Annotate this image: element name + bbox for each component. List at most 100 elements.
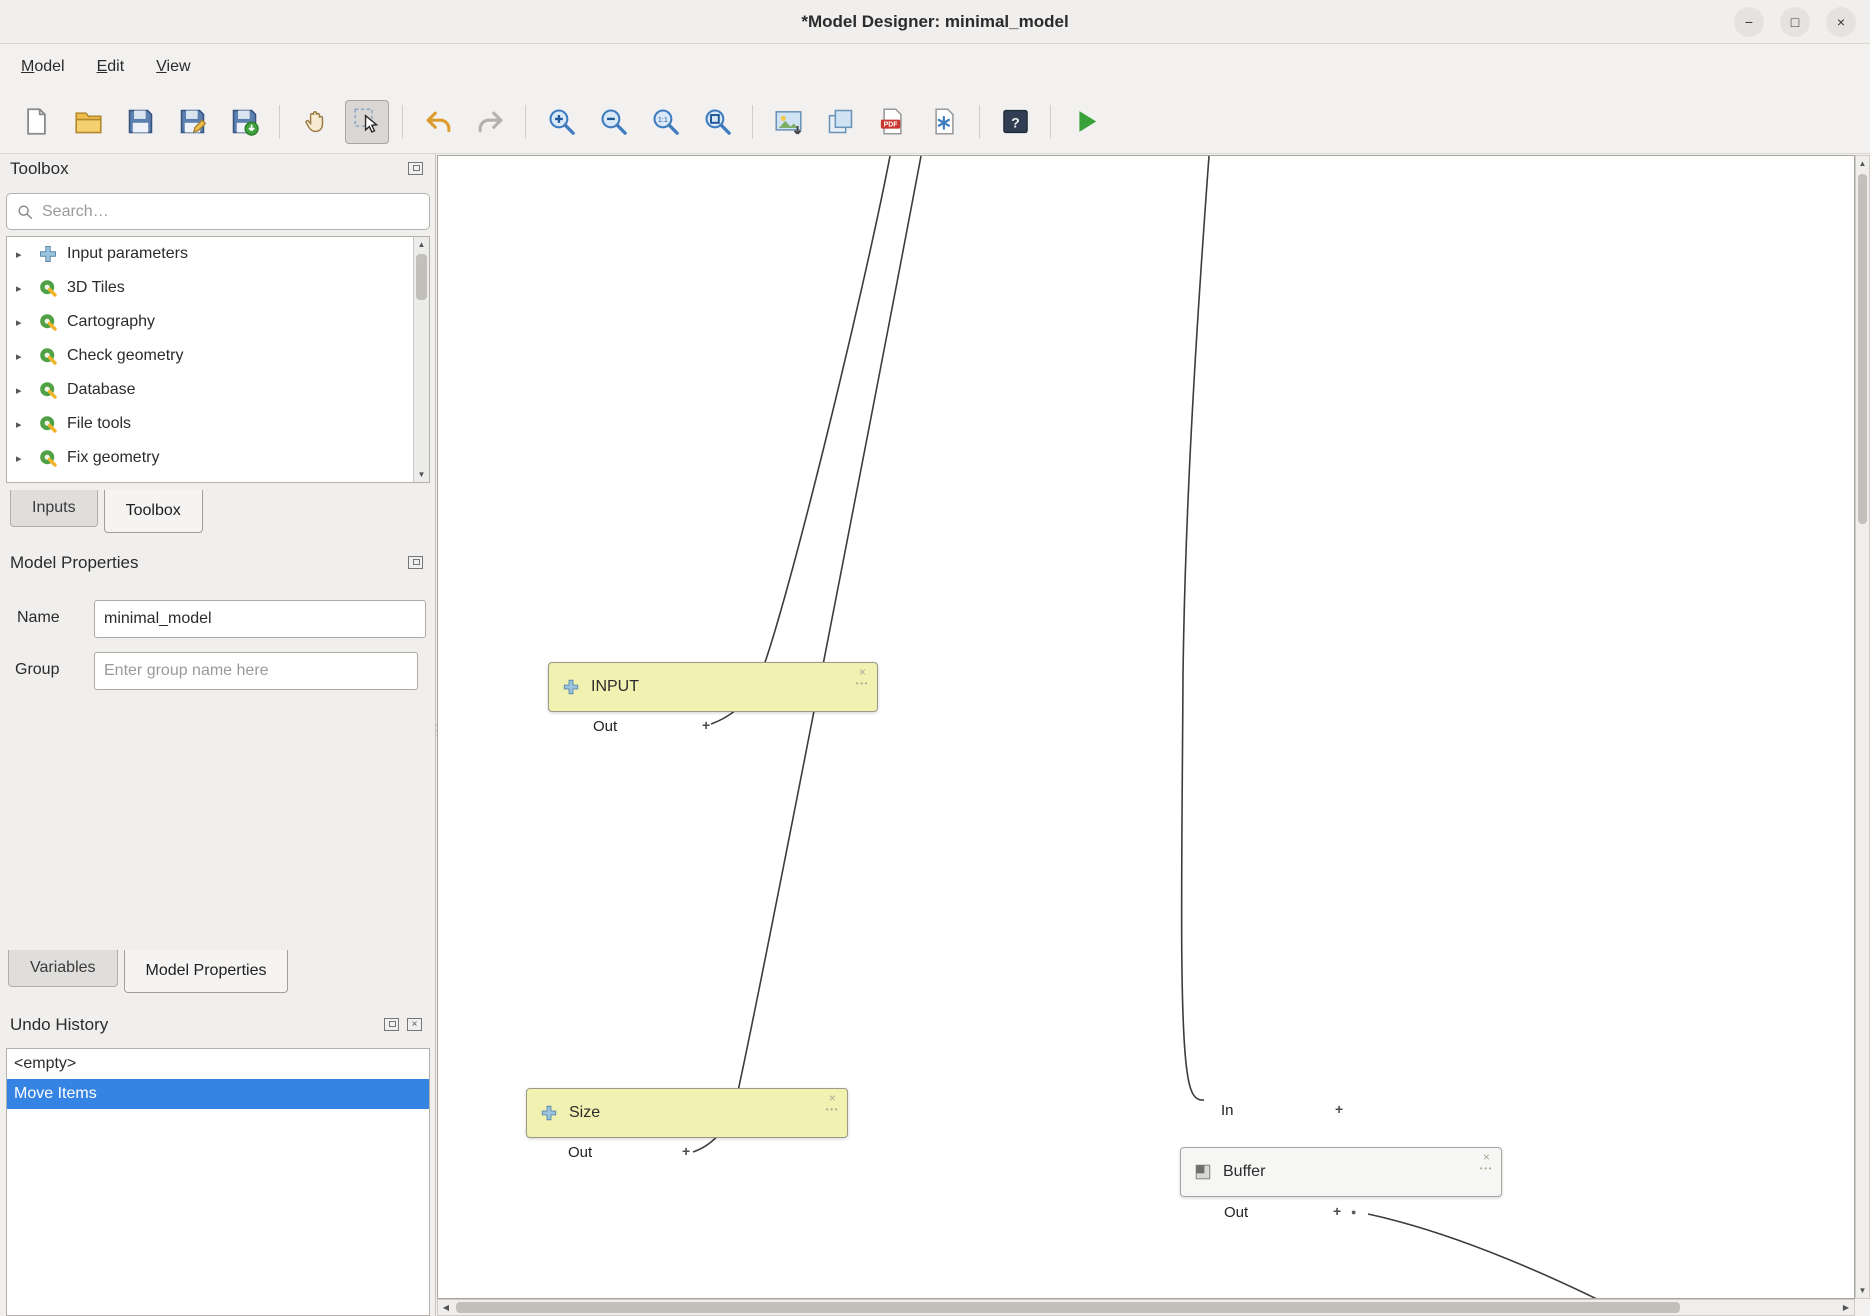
zoom-out-button[interactable] bbox=[591, 100, 635, 144]
scroll-right-icon[interactable] bbox=[1838, 1300, 1854, 1315]
save-model-as-button[interactable] bbox=[170, 100, 214, 144]
scroll-down-icon[interactable] bbox=[1856, 1283, 1869, 1298]
titlebar: *Model Designer: minimal_model − □ × bbox=[0, 0, 1870, 44]
tree-item-cartography[interactable]: Cartography bbox=[7, 305, 429, 339]
tab-model-properties[interactable]: Model Properties bbox=[124, 950, 289, 993]
close-button[interactable]: × bbox=[1826, 7, 1856, 37]
model-canvas[interactable]: INPUT Out + Size Out + In + Buffer Out +… bbox=[437, 155, 1855, 1299]
export-pdf-icon: PDF bbox=[877, 106, 908, 137]
tab-toolbox[interactable]: Toolbox bbox=[104, 490, 203, 533]
toolbox-search-box[interactable] bbox=[6, 193, 430, 230]
save-in-project-icon bbox=[229, 106, 260, 137]
collapse-icon[interactable] bbox=[1483, 1151, 1490, 1163]
scroll-up-icon[interactable] bbox=[414, 237, 429, 252]
zoom-full-button[interactable] bbox=[695, 100, 739, 144]
new-model-button[interactable] bbox=[14, 100, 58, 144]
model-group-input[interactable] bbox=[94, 652, 418, 690]
toolbar-separator bbox=[1050, 105, 1051, 139]
canvas-vertical-scrollbar[interactable] bbox=[1855, 155, 1870, 1299]
undo-history-float-icon[interactable] bbox=[384, 1018, 399, 1031]
zoom-actual-button[interactable]: 1:1 bbox=[643, 100, 687, 144]
model-properties-float-icon[interactable] bbox=[408, 556, 423, 569]
svg-text:?: ? bbox=[1011, 115, 1020, 131]
open-model-button[interactable] bbox=[66, 100, 110, 144]
undo-history-close-icon[interactable] bbox=[407, 1018, 422, 1031]
toolbox-search-input[interactable] bbox=[42, 203, 420, 221]
port-out-label: Out bbox=[1224, 1204, 1248, 1221]
tree-item-check-geometry[interactable]: Check geometry bbox=[7, 339, 429, 373]
port-out-plus-icon[interactable]: + bbox=[1333, 1203, 1341, 1219]
pan-button[interactable] bbox=[293, 100, 337, 144]
expander-icon[interactable] bbox=[16, 350, 29, 363]
edge-buffer-out bbox=[1368, 1214, 1603, 1299]
expander-icon[interactable] bbox=[16, 452, 29, 465]
port-out-plus-icon[interactable]: + bbox=[682, 1143, 690, 1159]
tree-item-input-parameters[interactable]: Input parameters bbox=[7, 237, 429, 271]
model-properties-panel-title: Model Properties bbox=[10, 553, 139, 573]
collapse-icon[interactable] bbox=[859, 666, 866, 678]
save-model-button[interactable] bbox=[118, 100, 162, 144]
select-cursor-icon bbox=[352, 106, 383, 137]
undo-button[interactable] bbox=[416, 100, 460, 144]
undo-item-move-items[interactable]: Move Items bbox=[7, 1079, 429, 1109]
run-model-button[interactable] bbox=[1064, 100, 1108, 144]
tree-item-3d-tiles[interactable]: 3D Tiles bbox=[7, 271, 429, 305]
menu-model[interactable]: Model bbox=[8, 51, 78, 83]
port-in-plus-icon[interactable]: + bbox=[1335, 1101, 1343, 1117]
maximize-button[interactable]: □ bbox=[1780, 7, 1810, 37]
export-as-script-button[interactable] bbox=[922, 100, 966, 144]
toolbar-separator bbox=[752, 105, 753, 139]
export-as-pdf-button[interactable]: PDF bbox=[870, 100, 914, 144]
save-model-in-project-button[interactable] bbox=[222, 100, 266, 144]
undo-item-empty[interactable]: <empty> bbox=[7, 1049, 429, 1079]
tree-item-database[interactable]: Database bbox=[7, 373, 429, 407]
toolbox-tree: Input parameters 3D Tiles Cartography Ch… bbox=[6, 236, 430, 483]
node-input[interactable]: INPUT bbox=[548, 662, 878, 712]
node-label: Size bbox=[569, 1104, 600, 1122]
menu-edit[interactable]: Edit bbox=[84, 51, 138, 83]
name-label: Name bbox=[17, 609, 60, 627]
expander-icon[interactable] bbox=[16, 282, 29, 295]
tree-item-label: Fix geometry bbox=[67, 449, 159, 467]
port-out-plus-icon[interactable]: + bbox=[702, 717, 710, 733]
model-name-input[interactable] bbox=[94, 600, 426, 638]
redo-button[interactable] bbox=[468, 100, 512, 144]
collapse-icon[interactable] bbox=[829, 1092, 836, 1104]
toolbox-float-icon[interactable] bbox=[408, 162, 423, 175]
node-buffer[interactable]: Buffer bbox=[1180, 1147, 1502, 1197]
buffer-algorithm-icon bbox=[1194, 1163, 1212, 1181]
node-size[interactable]: Size bbox=[526, 1088, 848, 1138]
svg-text:PDF: PDF bbox=[883, 122, 897, 129]
node-label: INPUT bbox=[591, 678, 639, 696]
select-items-button[interactable] bbox=[345, 100, 389, 144]
comment-dots-icon[interactable] bbox=[1480, 1165, 1493, 1173]
canvas-horizontal-scrollbar[interactable] bbox=[437, 1299, 1855, 1316]
comment-dots-icon[interactable] bbox=[826, 1106, 839, 1114]
expander-icon[interactable] bbox=[16, 248, 29, 261]
scrollbar-thumb[interactable] bbox=[416, 254, 427, 300]
edit-model-help-button[interactable]: ? bbox=[993, 100, 1037, 144]
zoom-in-button[interactable] bbox=[539, 100, 583, 144]
menu-view[interactable]: View bbox=[143, 51, 203, 83]
expander-icon[interactable] bbox=[16, 418, 29, 431]
expander-icon[interactable] bbox=[16, 384, 29, 397]
tab-variables[interactable]: Variables bbox=[8, 950, 118, 987]
scrollbar-thumb[interactable] bbox=[456, 1302, 1680, 1313]
tree-item-label: 3D Tiles bbox=[67, 279, 125, 297]
minimize-button[interactable]: − bbox=[1734, 7, 1764, 37]
menu-model-accel: M bbox=[21, 58, 34, 75]
scroll-left-icon[interactable] bbox=[438, 1300, 454, 1315]
tab-inputs[interactable]: Inputs bbox=[10, 490, 98, 527]
scroll-down-icon[interactable] bbox=[414, 467, 429, 482]
tree-item-fix-geometry[interactable]: Fix geometry bbox=[7, 441, 429, 475]
export-as-image-button[interactable] bbox=[766, 100, 810, 144]
export-as-svg-button[interactable] bbox=[818, 100, 862, 144]
model-designer-window: *Model Designer: minimal_model − □ × Mod… bbox=[0, 0, 1870, 1316]
scrollbar-thumb[interactable] bbox=[1858, 174, 1867, 524]
port-out-socket-icon[interactable]: ● bbox=[1351, 1207, 1356, 1217]
expander-icon[interactable] bbox=[16, 316, 29, 329]
tree-scrollbar[interactable] bbox=[413, 237, 429, 482]
tree-item-file-tools[interactable]: File tools bbox=[7, 407, 429, 441]
scroll-up-icon[interactable] bbox=[1856, 156, 1869, 171]
comment-dots-icon[interactable] bbox=[856, 680, 869, 688]
